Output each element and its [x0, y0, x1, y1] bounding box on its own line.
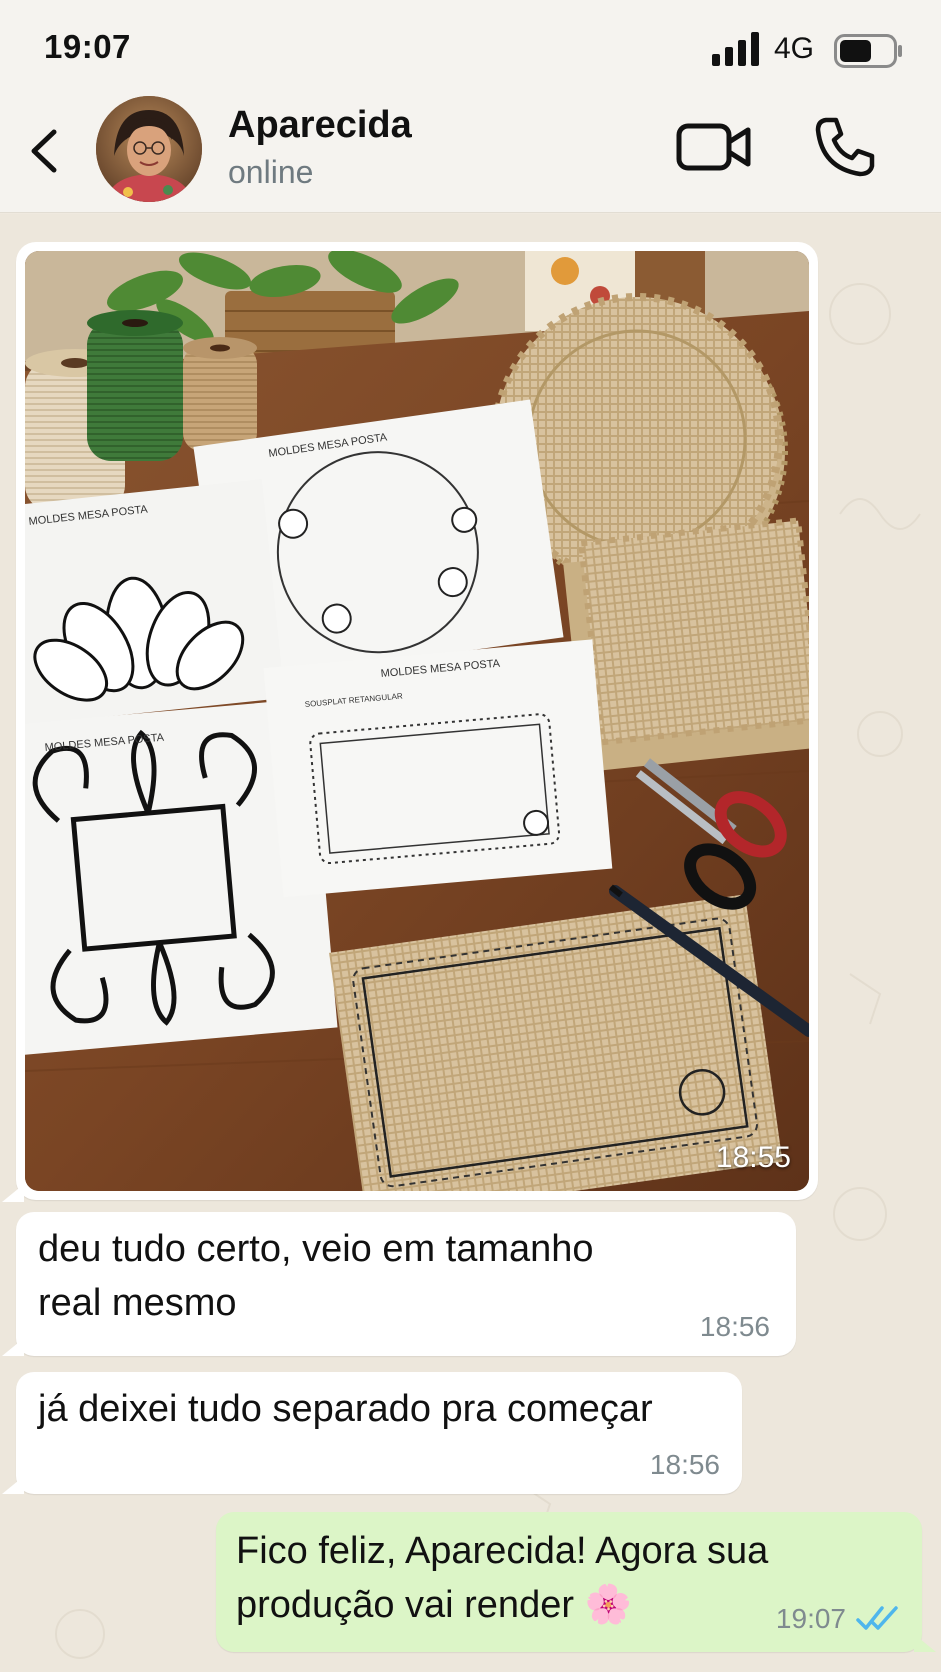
double-check-read-icon [856, 1606, 898, 1630]
battery-icon [834, 34, 902, 68]
message-text: deu tudo certo, veio em tamanho real mes… [38, 1228, 594, 1324]
outgoing-message[interactable]: Fico feliz, Aparecida! Agora sua produçã… [216, 1512, 936, 1652]
contact-status: online [228, 154, 314, 190]
top-bar: 19:07 4G Aparecida online [0, 0, 941, 213]
phone-icon[interactable] [812, 116, 876, 178]
message-time: 18:56 [649, 1449, 720, 1480]
message-time: 18:56 [699, 1311, 770, 1342]
chevron-left-icon[interactable] [26, 126, 62, 176]
shared-photo[interactable]: MOLDES MESA POSTA MOLDES MESA POSTA MOLD… [25, 251, 809, 1191]
contact-name[interactable]: Aparecida [228, 104, 412, 147]
incoming-message[interactable]: já deixei tudo separado pra começar 18:5… [2, 1372, 742, 1494]
image-message-time: 18:55 [715, 1141, 791, 1174]
image-message[interactable]: MOLDES MESA POSTA MOLDES MESA POSTA MOLD… [2, 242, 818, 1202]
video-camera-icon[interactable] [676, 122, 752, 172]
network-label: 4G [774, 32, 815, 65]
avatar[interactable] [96, 96, 202, 202]
signal-bars-icon [712, 32, 759, 66]
incoming-message[interactable]: deu tudo certo, veio em tamanho real mes… [2, 1212, 796, 1356]
message-time: 19:07 [775, 1603, 846, 1634]
message-text: já deixei tudo separado pra começar [38, 1388, 653, 1430]
status-time: 19:07 [44, 28, 131, 65]
